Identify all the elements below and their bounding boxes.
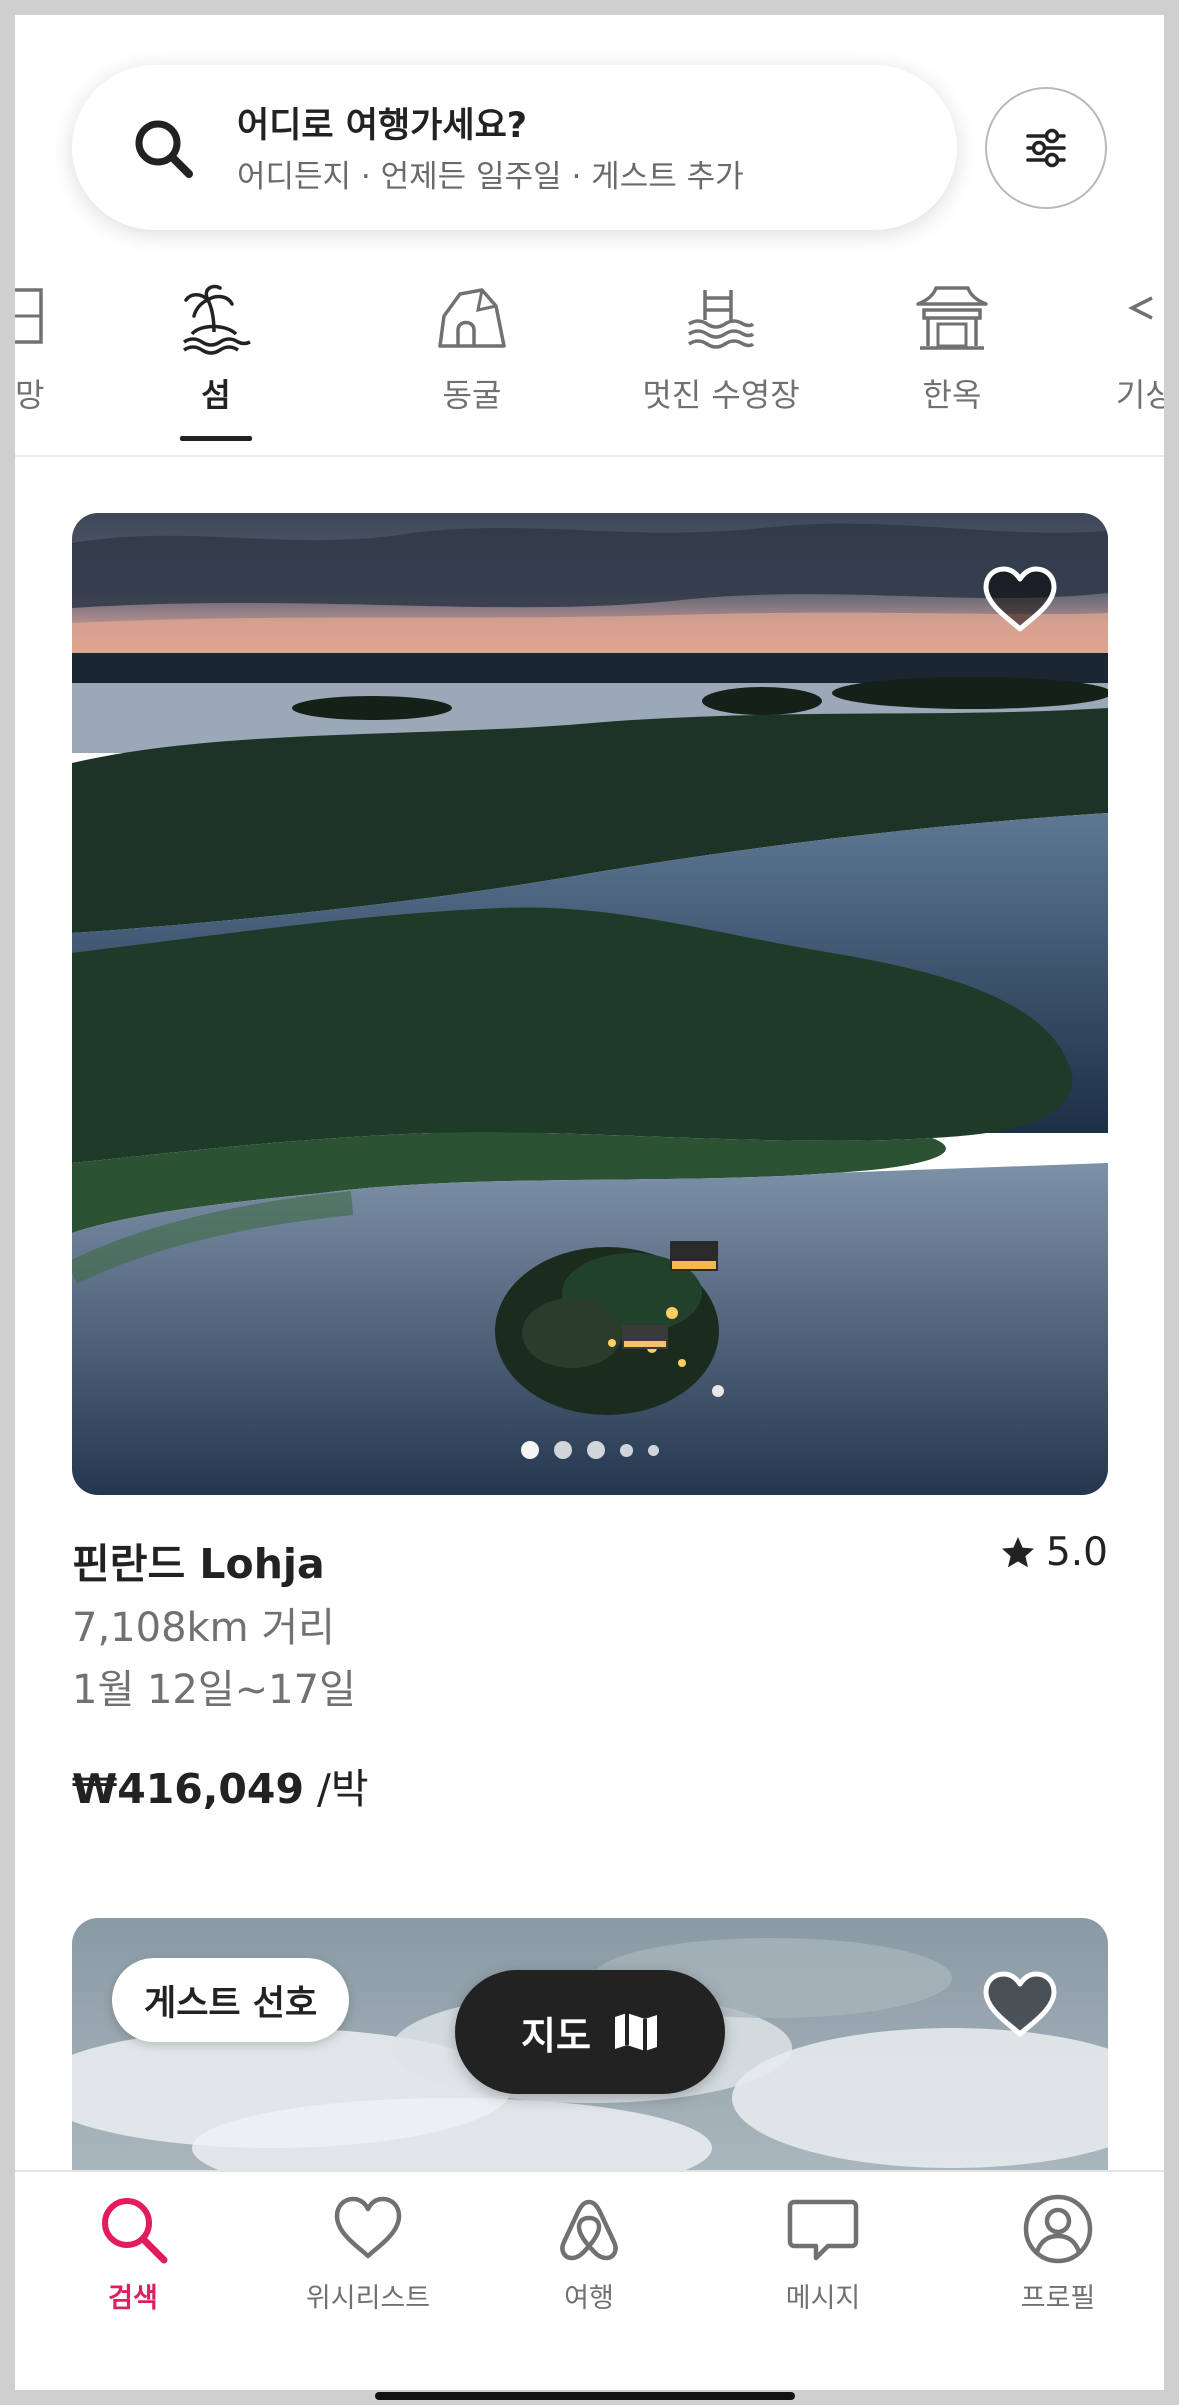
home-indicator	[375, 2392, 795, 2400]
category-label: 섬	[201, 376, 231, 414]
island-icon	[183, 284, 251, 355]
category-label: 동굴	[442, 376, 502, 414]
unique-icon	[1128, 296, 1153, 320]
tab-wishlist[interactable]: 위시리스트	[268, 2192, 468, 2315]
category-label: 전망	[15, 376, 45, 414]
pagination-dot	[521, 1441, 539, 1459]
tab-messages[interactable]: 메시지	[723, 2192, 923, 2315]
category-unique[interactable]: 기상천	[1075, 260, 1164, 455]
category-label: 멋진 수영장	[642, 376, 800, 414]
category-view[interactable]: 전망	[15, 260, 75, 455]
pagination-dot	[554, 1441, 572, 1459]
listing-dates: 1월 12일~17일	[72, 1667, 356, 1713]
hanok-icon	[916, 286, 988, 350]
view-icon	[15, 288, 43, 344]
category-label: 기상천	[1115, 376, 1164, 414]
tab-trips[interactable]: 여행	[489, 2192, 689, 2315]
search-subtitle: 어디든지 · 언제든 일주일 · 게스트 추가	[237, 159, 744, 195]
message-icon	[787, 2199, 859, 2261]
tab-label: 프로필	[1020, 2283, 1096, 2314]
pagination-dot	[648, 1444, 659, 1456]
profile-icon	[1023, 2194, 1093, 2264]
active-underline	[180, 436, 252, 441]
listing-rating: 5.0	[1000, 1530, 1108, 1575]
filter-icon	[1026, 128, 1066, 168]
tab-label: 검색	[108, 2283, 158, 2314]
rating-value: 5.0	[1045, 1530, 1108, 1575]
listing-title[interactable]: 핀란드 Lohja	[72, 1530, 325, 1590]
category-pool[interactable]: 멋진 수영장	[606, 260, 836, 455]
cave-icon	[438, 288, 506, 348]
map-icon	[614, 2013, 657, 2051]
heart-icon	[334, 2196, 402, 2259]
wishlist-heart-icon[interactable]	[982, 565, 1058, 635]
search-bar[interactable]: 어디로 여행가세요? 어디든지 · 언제든 일주일 · 게스트 추가	[72, 65, 957, 230]
pool-icon	[688, 290, 755, 349]
airbnb-logo-icon	[560, 2199, 618, 2261]
tab-search[interactable]: 검색	[33, 2192, 233, 2315]
app-screen: 어디로 여행가세요? 어디든지 · 언제든 일주일 · 게스트 추가 전망	[15, 15, 1164, 2390]
search-icon	[102, 2198, 168, 2264]
tab-label: 메시지	[785, 2283, 861, 2314]
pagination-dot	[620, 1443, 633, 1457]
tab-label: 위시리스트	[305, 2283, 431, 2314]
star-icon	[1001, 1536, 1034, 1567]
category-cave[interactable]: 동굴	[377, 260, 567, 455]
search-icon	[135, 120, 193, 178]
tab-label: 여행	[564, 2283, 614, 2314]
map-button[interactable]: 지도	[455, 1970, 725, 2094]
map-button-label: 지도	[521, 2013, 591, 2058]
price-unit: /박	[303, 1765, 369, 1813]
category-label: 한옥	[922, 376, 982, 414]
listing-price: ₩416,049 /박	[72, 1755, 369, 1815]
tab-profile[interactable]: 프로필	[958, 2192, 1158, 2315]
divider	[15, 455, 1164, 457]
wishlist-heart-icon[interactable]	[982, 1970, 1058, 2040]
category-bar: 전망 섬 동굴	[15, 260, 1164, 455]
category-island[interactable]: 섬	[136, 260, 296, 455]
filter-button[interactable]	[985, 87, 1107, 209]
price-amount: ₩416,049	[72, 1765, 304, 1813]
bottom-tab-bar: 검색 위시리스트 여행 메시지 프로필	[15, 2170, 1164, 2390]
guest-favorite-badge: 게스트 선호	[112, 1958, 350, 2042]
photo-pagination	[72, 1441, 1108, 1459]
search-title: 어디로 여행가세요?	[237, 106, 528, 146]
listing-image	[72, 513, 1108, 1495]
listing-distance: 7,108km 거리	[72, 1605, 335, 1651]
listing-photo[interactable]	[72, 513, 1108, 1495]
category-hanok[interactable]: 한옥	[877, 260, 1027, 455]
pagination-dot	[587, 1441, 605, 1459]
